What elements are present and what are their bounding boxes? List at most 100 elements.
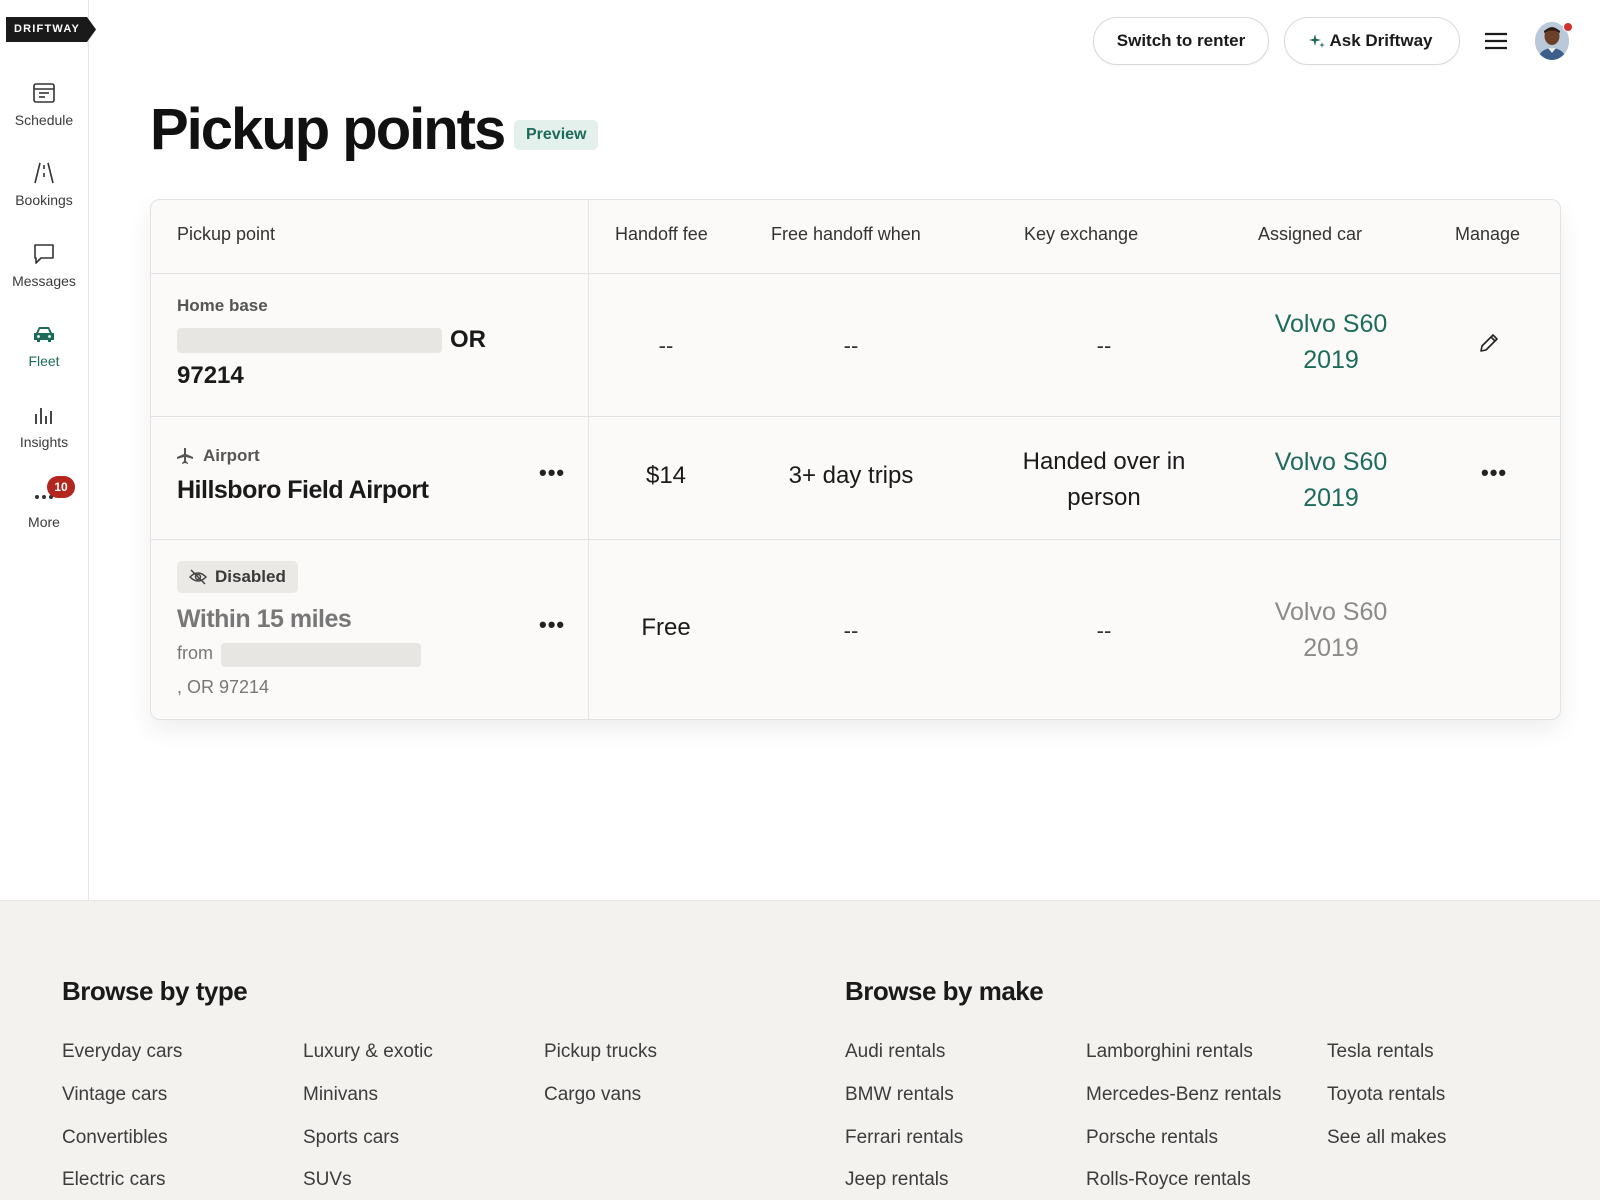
free-handoff-when: -- [843, 333, 859, 358]
car-icon [34, 327, 54, 342]
address-state: OR [450, 326, 486, 353]
page-title: Pickup points [150, 97, 506, 162]
footer-link[interactable]: Luxury & exotic [303, 1041, 433, 1063]
handoff-fee: -- [658, 333, 674, 358]
eye-off-icon [189, 569, 207, 585]
schedule-icon [33, 83, 55, 103]
sidebar-item-label: Fleet [28, 353, 60, 369]
footer-link[interactable]: Jeep rentals [845, 1169, 949, 1191]
hamburger-menu-icon[interactable] [1482, 28, 1510, 54]
pencil-edit-icon[interactable] [1477, 331, 1501, 355]
sparkle-icon [1309, 34, 1325, 48]
footer-link[interactable]: Cargo vans [544, 1084, 641, 1106]
footer-link[interactable]: See all makes [1327, 1127, 1446, 1149]
free-handoff-when: -- [843, 618, 859, 643]
header-free-handoff: Free handoff when [771, 224, 921, 244]
footer-link[interactable]: Convertibles [62, 1127, 168, 1149]
row-divider [151, 539, 1560, 540]
sidebar-item-label: Schedule [14, 112, 74, 128]
pickup-point-name: Within 15 miles [177, 605, 352, 633]
footer-link[interactable]: Mercedes-Benz rentals [1086, 1084, 1281, 1106]
pickup-point-name: Hillsboro Field Airport [177, 476, 429, 504]
footer-link[interactable]: BMW rentals [845, 1084, 954, 1106]
key-exchange: Handed over in person [994, 444, 1214, 516]
footer-link[interactable]: Everyday cars [62, 1041, 182, 1063]
sidebar-item-more[interactable]: 10 More [0, 476, 88, 530]
header-pickup-point: Pickup point [177, 224, 276, 244]
key-exchange: -- [1096, 618, 1112, 643]
footer-link[interactable]: Rolls-Royce rentals [1086, 1169, 1251, 1191]
row-options-button[interactable]: ••• [539, 614, 565, 636]
header-key-exchange: Key exchange [1024, 224, 1139, 244]
browse-by-type-heading: Browse by type [62, 976, 248, 1006]
car-year: 2019 [1303, 346, 1359, 374]
column-divider [588, 200, 589, 719]
car-year: 2019 [1303, 634, 1359, 662]
key-exchange-line: person [1067, 484, 1141, 511]
ask-driftway-button[interactable]: Ask Driftway [1284, 17, 1460, 65]
sidebar-item-label: Bookings [15, 192, 73, 208]
notification-badge: 10 [47, 476, 75, 498]
footer-link[interactable]: Porsche rentals [1086, 1127, 1218, 1149]
car-year: 2019 [1303, 484, 1359, 512]
assigned-car-link[interactable]: Volvo S60 2019 [1231, 306, 1431, 378]
handoff-fee: Free [641, 614, 691, 641]
assigned-car-link[interactable]: Volvo S60 2019 [1231, 444, 1431, 516]
header-assigned-car: Assigned car [1258, 224, 1363, 244]
ask-driftway-label: Ask Driftway [1329, 31, 1433, 50]
pickup-type-label: Airport [203, 446, 260, 465]
brand-logo[interactable]: DRIFTWAY [6, 17, 97, 42]
car-model: Volvo S60 [1274, 448, 1388, 476]
sidebar-item-schedule[interactable]: Schedule [0, 80, 88, 128]
header-handoff-fee: Handoff fee [615, 224, 708, 244]
footer-link[interactable]: Vintage cars [62, 1084, 167, 1106]
road-icon [34, 162, 54, 184]
footer-link[interactable]: Toyota rentals [1327, 1084, 1445, 1106]
address-tail: , OR 97214 [177, 677, 270, 697]
footer-link[interactable]: Sports cars [303, 1127, 399, 1149]
from-label: from [177, 643, 213, 663]
car-model: Volvo S60 [1274, 598, 1388, 626]
footer-link[interactable]: Audi rentals [845, 1041, 945, 1063]
row-divider [151, 416, 1560, 417]
bar-chart-icon [35, 408, 52, 424]
row-options-button[interactable]: ••• [539, 462, 565, 484]
sidebar-item-label: Messages [12, 273, 76, 289]
sidebar-item-label: Insights [19, 434, 69, 450]
footer-link[interactable]: Pickup trucks [544, 1041, 657, 1063]
redacted-address [177, 328, 442, 353]
switch-to-renter-button[interactable]: Switch to renter [1093, 17, 1269, 65]
footer-link[interactable]: Electric cars [62, 1169, 165, 1191]
address-zip: 97214 [177, 362, 244, 389]
sidebar-item-bookings[interactable]: Bookings [0, 160, 88, 208]
footer-link[interactable]: Ferrari rentals [845, 1127, 963, 1149]
sidebar-item-fleet[interactable]: Fleet [0, 321, 88, 369]
footer-link[interactable]: Lamborghini rentals [1086, 1041, 1253, 1063]
sidebar-item-insights[interactable]: Insights [0, 402, 88, 450]
sidebar-nav: DRIFTWAY Schedule Bookings Messages Flee… [0, 0, 97, 900]
footer-link[interactable]: SUVs [303, 1169, 352, 1191]
key-exchange-line: Handed over in [1022, 448, 1186, 475]
key-exchange: -- [1096, 333, 1112, 358]
browse-by-make-heading: Browse by make [845, 976, 1044, 1006]
notification-dot [1563, 22, 1573, 32]
preview-badge: Preview [514, 120, 599, 150]
redacted-address [221, 643, 421, 667]
status-label: Disabled [215, 567, 286, 586]
car-model: Volvo S60 [1274, 310, 1388, 338]
assigned-car-link[interactable]: Volvo S60 2019 [1231, 594, 1431, 666]
footer: Browse by type Browse by make Everyday c… [0, 900, 1600, 1200]
airplane-icon [177, 448, 193, 464]
row-divider [151, 273, 1560, 274]
sidebar-item-label: More [28, 514, 60, 530]
pickup-points-table: Pickup point Handoff fee Free handoff wh… [150, 199, 1561, 720]
manage-options-button[interactable]: ••• [1481, 462, 1507, 484]
chat-bubble-icon [34, 244, 54, 264]
handoff-fee: $14 [645, 462, 687, 489]
free-handoff-when: 3+ day trips [788, 462, 914, 489]
footer-link[interactable]: Tesla rentals [1327, 1041, 1434, 1063]
pickup-type-label: Home base [177, 296, 268, 315]
footer-link[interactable]: Minivans [303, 1084, 378, 1106]
header-manage: Manage [1455, 224, 1521, 244]
sidebar-item-messages[interactable]: Messages [0, 241, 88, 289]
